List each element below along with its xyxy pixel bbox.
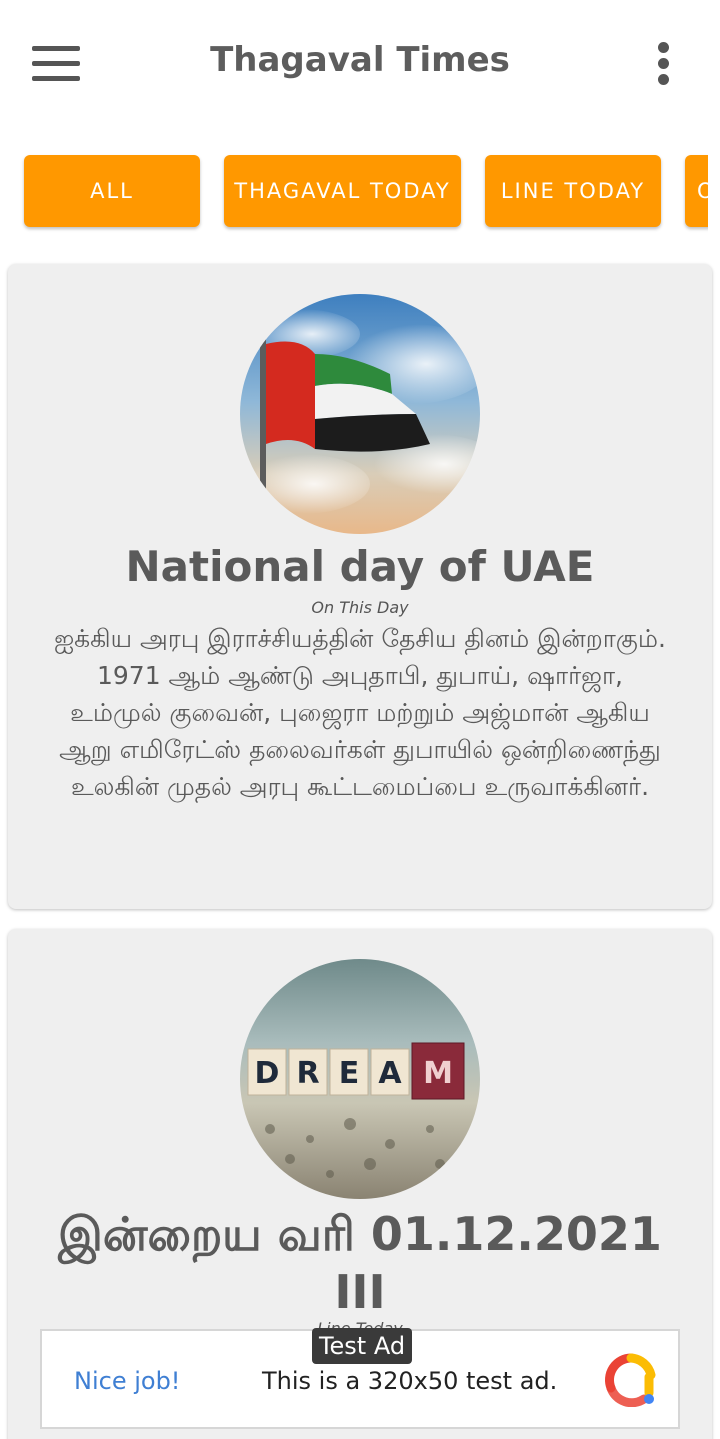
app-title: Thagaval Times: [210, 40, 510, 80]
card-title: இன்றைய வரி 01.12.2021 III: [58, 1207, 662, 1319]
svg-text:A: A: [378, 1056, 402, 1091]
tab-partial[interactable]: O: [685, 155, 708, 227]
svg-text:R: R: [296, 1056, 319, 1091]
news-card[interactable]: National day of UAE On This Day ஐக்கிய அ…: [8, 264, 712, 909]
uae-flag-image: [240, 294, 480, 534]
ad-badge: Test Ad: [312, 1328, 412, 1364]
admob-logo-icon: [604, 1353, 658, 1408]
hamburger-menu-icon[interactable]: [26, 38, 86, 90]
svg-text:M: M: [423, 1056, 453, 1091]
dream-blocks-image: D R E A M: [240, 959, 480, 1199]
app-bar: Thagaval Times: [0, 0, 720, 130]
ad-link[interactable]: Nice job!: [74, 1367, 180, 1395]
card-category: On This Day: [311, 598, 409, 617]
more-vert-icon[interactable]: [644, 36, 684, 92]
svg-text:E: E: [339, 1056, 360, 1091]
card-body: ஐக்கிய அரபு இராச்சியத்தின் தேசிய தினம் இ…: [54, 624, 666, 801]
card-title: National day of UAE: [125, 542, 595, 591]
ad-text: This is a 320x50 test ad.: [262, 1367, 558, 1395]
category-tabs: ALL THAGAVAL TODAY LINE TODAY O: [0, 150, 708, 234]
svg-text:D: D: [255, 1056, 280, 1091]
tab-thagaval-today[interactable]: THAGAVAL TODAY: [224, 155, 461, 227]
tab-all[interactable]: ALL: [24, 155, 200, 227]
ad-banner[interactable]: Test Ad Nice job! This is a 320x50 test …: [40, 1328, 680, 1429]
tab-line-today[interactable]: LINE TODAY: [485, 155, 661, 227]
